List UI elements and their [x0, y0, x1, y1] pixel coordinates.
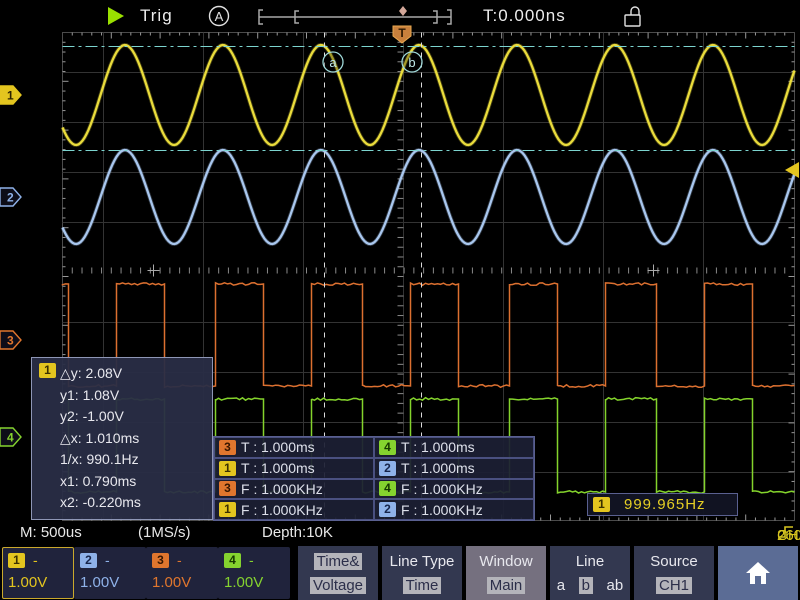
- timebase-label: M: 500us: [20, 524, 82, 541]
- measure-cell: 3 F : 1.000KHz: [214, 479, 374, 500]
- menu-button-time-voltage-label: Time&: [314, 553, 363, 570]
- measure-cell-value: T : 1.000ms: [241, 460, 315, 476]
- channel-scale: 1.00V: [3, 568, 73, 591]
- measure-cell-channel-badge: 2: [379, 461, 396, 476]
- menu-button-line-label: Line: [576, 553, 604, 570]
- cursor-b-handle-label: b: [408, 55, 415, 70]
- measure-cell: 1 T : 1.000ms: [214, 458, 374, 479]
- channel-badge: 2: [80, 553, 97, 568]
- cursor-panel-channel-badge: 1: [39, 363, 56, 378]
- measure-cell-channel-badge: 4: [379, 440, 396, 455]
- measure-cell-channel-badge: 2: [379, 502, 396, 517]
- menu-option-a[interactable]: a: [557, 577, 565, 594]
- measure-cell: 2 T : 1.000ms: [374, 458, 534, 479]
- cursor-measure-row: x1: 0.790ms: [40, 471, 212, 493]
- cursor-measure-row: △x: 1.010ms: [40, 428, 212, 450]
- sample-rate-label: (1MS/s): [138, 524, 191, 541]
- channel-badge: 1: [8, 553, 25, 568]
- measure-cell-value: T : 1.000ms: [241, 439, 315, 455]
- measure-cell-channel-badge: 1: [219, 461, 236, 476]
- trigger-position-diamond: [399, 6, 407, 16]
- trigger-status: CH1:DC- 260mV: [777, 524, 795, 540]
- menu-button-line[interactable]: Lineabab: [550, 546, 630, 600]
- channel-box-ch4[interactable]: 4-1.00V: [218, 547, 290, 599]
- cursor-measure-row: 1/x: 990.1Hz: [40, 449, 212, 471]
- run-state-icon[interactable]: [108, 7, 124, 25]
- channel-scale: 1.00V: [147, 568, 217, 591]
- ch2-waveform: [63, 150, 795, 244]
- ch2-marker-label: 2: [7, 191, 14, 205]
- measure-table: 3 T : 1.000ms 4 T : 1.000ms 1 T : 1.000ms 2 T :…: [213, 436, 535, 521]
- cursor-measure-row: y2: -1.00V: [40, 406, 212, 428]
- channel-box-ch3[interactable]: 3-1.00V: [146, 547, 218, 599]
- menu-button-window-label: Main: [487, 577, 526, 594]
- channel-scale: 1.00V: [219, 568, 289, 591]
- measure-cell-value: T : 1.000ms: [401, 460, 475, 476]
- menu-button-line-options: abab: [550, 577, 630, 594]
- measure-cell-value: T : 1.000ms: [401, 439, 475, 455]
- menu-option-ab[interactable]: ab: [607, 577, 624, 594]
- channel-box-ch2[interactable]: 2-1.00V: [74, 547, 146, 599]
- oscilloscope-screen: ab1234TA Trig T:0.000ns 1△y: 2.08Vy1: 1.…: [0, 0, 800, 600]
- freq-counter-channel-badge: 1: [593, 497, 610, 512]
- trig-label: Trig: [140, 6, 173, 26]
- channel-scale: 1.00V: [75, 568, 145, 591]
- ch1-waveform-glow: [63, 45, 795, 145]
- menu-button-source[interactable]: Source CH1: [634, 546, 714, 600]
- measure-cell-value: F : 1.000KHz: [241, 502, 323, 518]
- status-bar: M: 500us (1MS/s) Depth:10K CH1:DC- 260mV: [0, 521, 800, 545]
- measure-cell-value: F : 1.000KHz: [401, 502, 483, 518]
- measure-cell-value: F : 1.000KHz: [241, 481, 323, 497]
- channel-coupling: -: [105, 552, 110, 568]
- cursor-measure-row: y1: 1.08V: [40, 385, 212, 407]
- channel-coupling: -: [33, 552, 38, 568]
- measure-cell: 4 T : 1.000ms: [374, 437, 534, 458]
- measure-cell: 4 F : 1.000KHz: [374, 479, 534, 500]
- menu-button-line-type-label: Time: [403, 577, 442, 594]
- menu-option-b[interactable]: b: [579, 577, 593, 594]
- menu-button-time-voltage-label: Voltage: [310, 577, 366, 594]
- measure-cell: 2 F : 1.000KHz: [374, 499, 534, 520]
- channel-box-ch1[interactable]: 1-1.00V: [2, 547, 74, 599]
- record-depth-label: Depth:10K: [262, 524, 333, 541]
- channel-badge: 3: [152, 553, 169, 568]
- measure-cell-value: F : 1.000KHz: [401, 481, 483, 497]
- auto-trigger-label: A: [215, 9, 224, 24]
- ch2-waveform-glow: [63, 150, 795, 244]
- menu-button-source-label: CH1: [656, 577, 692, 594]
- trigger-position-marker-label: T: [398, 26, 406, 40]
- home-button[interactable]: [718, 546, 798, 600]
- horizontal-offset-label: T:0.000ns: [483, 6, 566, 26]
- cursor-measure-row: x2: -0.220ms: [40, 492, 212, 514]
- menu-button-source-label: Source: [650, 553, 698, 570]
- cursor-measure-row: △y: 2.08V: [40, 363, 212, 385]
- lock-icon-shackle: [631, 7, 639, 15]
- ch3-marker-label: 3: [7, 334, 14, 348]
- home-icon: [744, 560, 772, 586]
- channel-coupling: -: [249, 552, 254, 568]
- channel-coupling: -: [177, 552, 182, 568]
- measure-cell-channel-badge: 1: [219, 502, 236, 517]
- measure-cell: 3 T : 1.000ms: [214, 437, 374, 458]
- measure-cell-channel-badge: 4: [379, 481, 396, 496]
- cursor-measure-panel: 1△y: 2.08Vy1: 1.08Vy2: -1.00V△x: 1.010ms…: [31, 357, 213, 520]
- cursor-a-handle-label: a: [329, 55, 337, 70]
- lock-icon[interactable]: [625, 15, 640, 26]
- ch4-marker-label: 4: [7, 431, 14, 445]
- measure-cell: 1 F : 1.000KHz: [214, 499, 374, 520]
- frequency-counter: 1 999.965Hz: [587, 493, 738, 516]
- menu-button-window-label: Window: [479, 553, 532, 570]
- menu-button-line-type-label: Line Type: [390, 553, 455, 570]
- ch1-marker-label: 1: [7, 89, 14, 103]
- menu-button-line-type[interactable]: Line Type Time: [382, 546, 462, 600]
- ch1-waveform: [63, 45, 795, 145]
- freq-counter-value: 999.965Hz: [624, 496, 706, 513]
- menu-button-window[interactable]: Window Main: [466, 546, 546, 600]
- bottom-menu-bar: 1-1.00V2-1.00V3-1.00V4-1.00VTime&Voltage…: [0, 546, 800, 600]
- channel-badge: 4: [224, 553, 241, 568]
- trigger-level-label: 260mV: [777, 527, 800, 544]
- menu-button-time-voltage[interactable]: Time&Voltage: [298, 546, 378, 600]
- measure-cell-channel-badge: 3: [219, 440, 236, 455]
- measure-cell-channel-badge: 3: [219, 481, 236, 496]
